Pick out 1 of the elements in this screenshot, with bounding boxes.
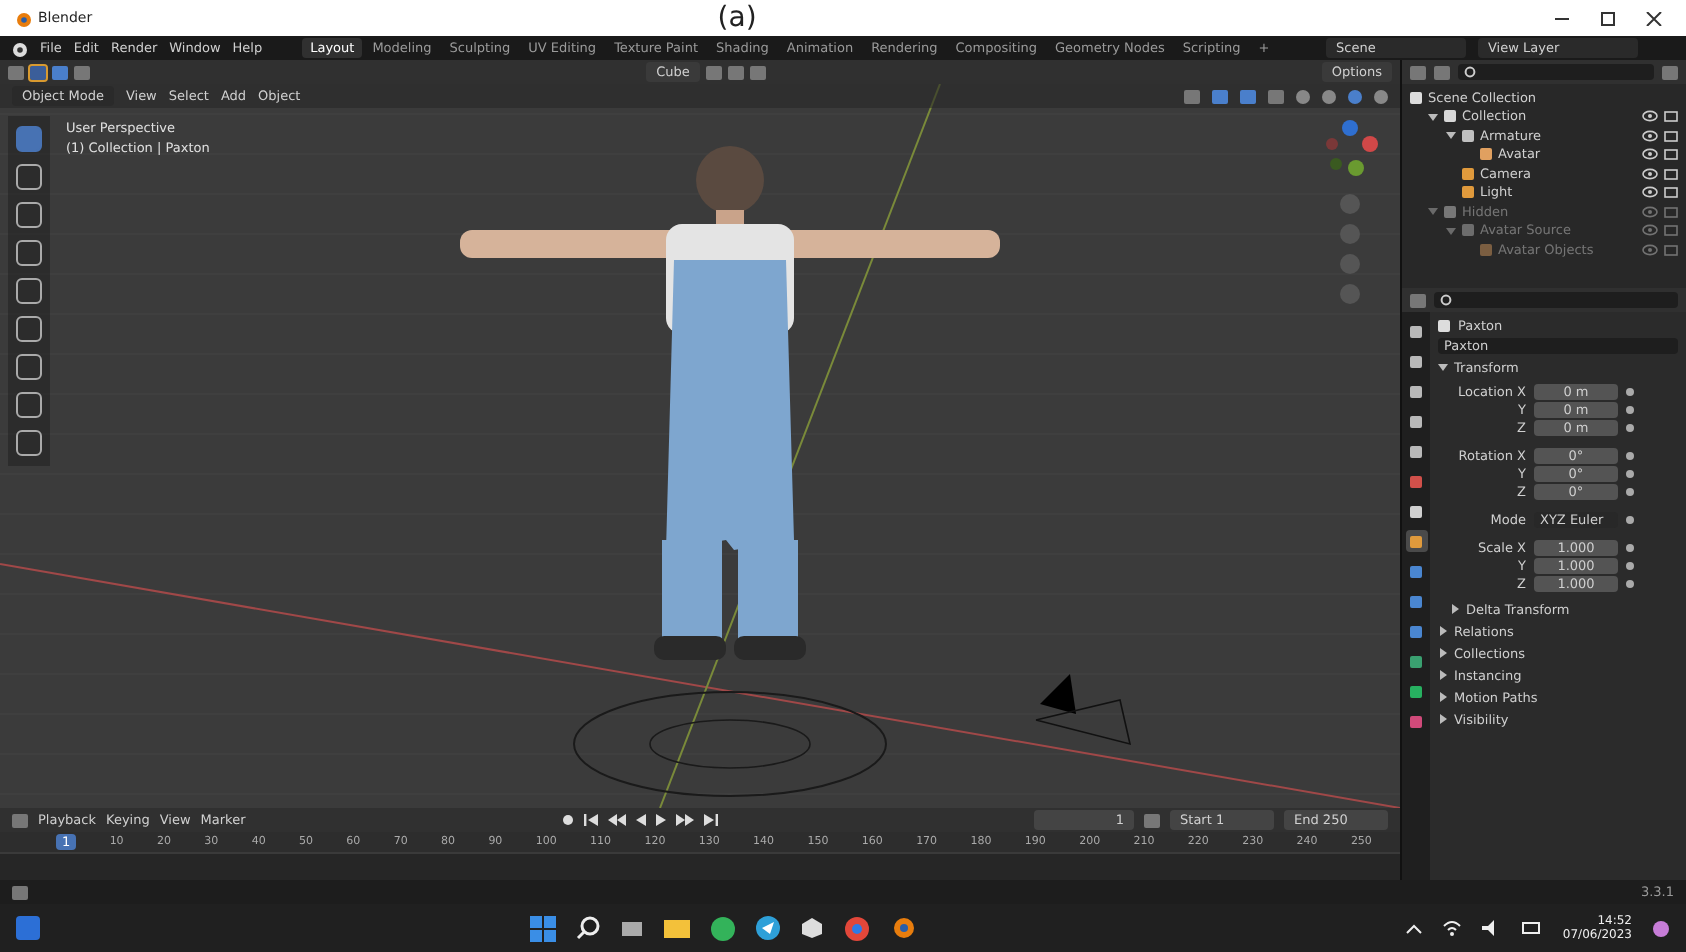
- figure-label: (a): [717, 2, 757, 34]
